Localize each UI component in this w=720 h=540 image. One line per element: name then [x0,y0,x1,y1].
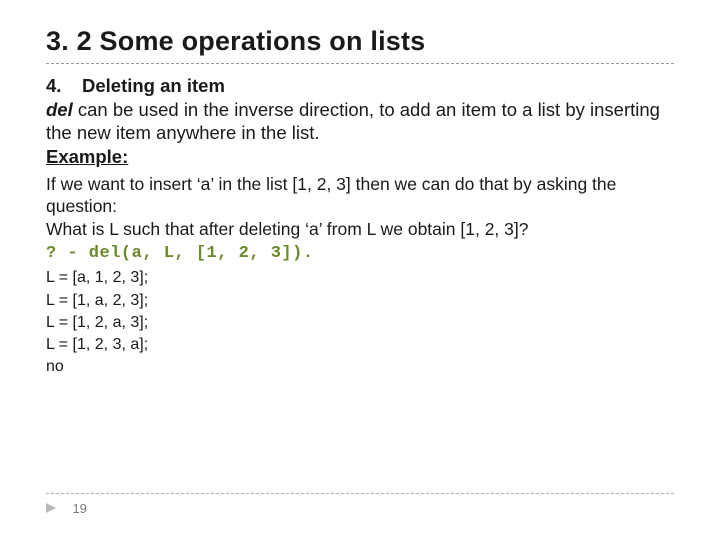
result-line: no [46,356,674,378]
body-rest-1: can be used in the inverse direction, to… [46,99,660,144]
body-paragraph-1: 4. Deleting an item del can be used in t… [46,74,674,169]
list-heading: Deleting an item [82,75,225,96]
list-number: 4. [46,75,61,96]
slide-title: 3. 2 Some operations on lists [46,26,674,57]
result-line: L = [a, 1, 2, 3]; [46,267,674,289]
title-underline [46,63,674,64]
page-number: 19 [72,501,86,516]
result-line: L = [1, 2, a, 3]; [46,312,674,334]
footer-rule [46,493,674,494]
result-line: L = [1, 2, 3, a]; [46,334,674,356]
footer-arrow-icon [46,500,60,518]
slide: 3. 2 Some operations on lists 4. Deletin… [0,0,720,540]
question-line: What is L such that after deleting ‘a’ f… [46,219,674,240]
prolog-query: ? - del(a, L, [1, 2, 3]). [46,244,674,263]
result-line: L = [1, a, 2, 3]; [46,290,674,312]
example-label: Example: [46,146,128,167]
footer: 19 [46,493,674,518]
del-keyword: del [46,99,73,120]
result-lines: L = [a, 1, 2, 3]; L = [1, a, 2, 3]; L = … [46,267,674,377]
body-paragraph-2: If we want to insert ‘a’ in the list [1,… [46,173,674,218]
